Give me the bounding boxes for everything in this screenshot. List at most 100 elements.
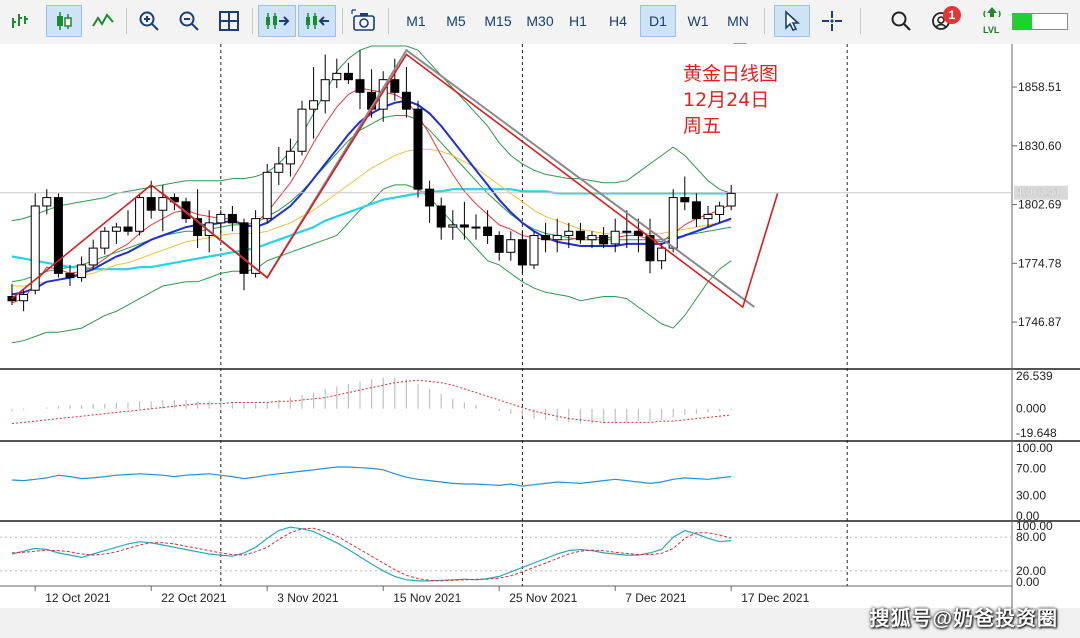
toolbar-separator: [126, 8, 127, 34]
candle-body: [343, 72, 353, 81]
pane-background: [0, 442, 1012, 520]
rsi-axis-label: 70.00: [1016, 461, 1046, 475]
candle-body: [459, 224, 469, 228]
candle-body: [88, 247, 98, 266]
timeframe-m30[interactable]: M30: [520, 5, 560, 37]
timeframe-m1[interactable]: M1: [398, 5, 434, 37]
candle-body: [529, 234, 539, 266]
price-axis-label: 1858.51: [1018, 80, 1062, 94]
candle-body: [680, 197, 690, 203]
time-axis-label: 15 Nov 2021: [393, 591, 461, 605]
annotation-text: 12月24日: [683, 89, 769, 111]
candle-body: [262, 171, 272, 220]
candle-body: [19, 293, 29, 302]
candle-body: [65, 272, 75, 279]
zoom-out-icon[interactable]: [174, 5, 204, 37]
toolbar: M1 M5 M15 M30 H1 H4 D1 W1 MN 1 LVL: [0, 0, 1080, 50]
zoom-in-icon[interactable]: [134, 5, 164, 37]
price-axis-label: 1746.87: [1018, 315, 1062, 329]
pane-background: [0, 370, 1012, 440]
macd-axis-label: 0.000: [1016, 402, 1046, 416]
cursor-icon[interactable]: [774, 5, 810, 37]
candle-body: [42, 197, 52, 207]
line-wave-icon[interactable]: [88, 5, 118, 37]
time-axis-label: 7 Dec 2021: [625, 591, 687, 605]
time-axis-label: 3 Nov 2021: [277, 591, 339, 605]
timeframe-d1[interactable]: D1: [640, 5, 676, 37]
timeframe-w1[interactable]: W1: [680, 5, 716, 37]
pane-separator: [0, 520, 1080, 522]
candle-body: [726, 192, 736, 207]
candle-body: [158, 197, 168, 211]
pane-separator: [0, 440, 1080, 442]
screenshot-icon[interactable]: [348, 5, 380, 37]
candle-body: [483, 226, 493, 236]
candle-body: [135, 197, 145, 232]
timeframe-m15[interactable]: M15: [478, 5, 518, 37]
timeframe-mn[interactable]: MN: [720, 5, 756, 37]
pane-separator: [0, 368, 1080, 370]
chart-shift-icon[interactable]: [298, 5, 336, 37]
crosshair-icon[interactable]: [816, 5, 848, 37]
annotation-text: 周五: [683, 115, 721, 137]
candle-body: [146, 197, 156, 211]
candle-body: [216, 213, 226, 224]
candle-body: [691, 201, 701, 220]
candle-body: [436, 205, 446, 228]
candle-body: [552, 234, 562, 241]
candle-body: [715, 205, 725, 215]
search-icon[interactable]: [886, 5, 916, 37]
candle-body: [622, 230, 632, 233]
time-axis-label: 25 Nov 2021: [509, 591, 577, 605]
candle-body: [100, 230, 110, 249]
candle-body: [123, 226, 133, 232]
grid-icon[interactable]: [214, 5, 244, 37]
line-chart-icon[interactable]: [6, 5, 36, 37]
toolbar-separator: [764, 8, 765, 34]
candle-body: [633, 230, 643, 236]
candle-body: [425, 188, 435, 207]
candle-body: [401, 91, 411, 110]
notification-badge: 1: [943, 6, 961, 24]
signal-icon[interactable]: [978, 3, 1006, 25]
candle-body: [541, 234, 551, 241]
signal-level-bar: [1012, 13, 1068, 30]
candle-body: [390, 79, 400, 93]
candle-body: [227, 213, 237, 224]
candle-body: [448, 224, 458, 228]
candle-body: [77, 264, 87, 279]
candle-body: [297, 108, 307, 152]
signal-level-fill: [1013, 14, 1032, 29]
candle-body: [239, 222, 249, 274]
candle-body: [657, 247, 667, 262]
toolbar-separator: [388, 8, 389, 34]
timeframe-h1[interactable]: H1: [560, 5, 596, 37]
toolbar-separator: [252, 8, 253, 34]
candle-body: [355, 79, 365, 93]
lvl-label: LVL: [983, 25, 1000, 35]
candlestick-icon[interactable]: [46, 5, 82, 37]
candle-body: [285, 150, 295, 165]
candle-body: [587, 234, 597, 241]
chart-area[interactable]: 1858.511830.601802.691774.781746.871808.…: [0, 44, 1080, 608]
watermark: 搜狐号@奶爸投资圈: [869, 608, 1058, 630]
rsi-axis-label: 100.00: [1016, 441, 1053, 455]
candle-body: [413, 108, 423, 190]
candle-body: [517, 239, 527, 266]
stochastic-axis-label: 0.00: [1016, 575, 1040, 589]
annotation-text: 黄金日线图: [683, 63, 778, 85]
candle-body: [668, 197, 678, 249]
timeframe-m5[interactable]: M5: [438, 5, 474, 37]
timeframe-h4[interactable]: H4: [600, 5, 636, 37]
time-axis-label: 17 Dec 2021: [741, 591, 809, 605]
macd-axis-label: -19.648: [1016, 426, 1057, 440]
toolbar-separator: [860, 8, 861, 34]
candle-body: [471, 226, 481, 229]
candle-body: [332, 72, 342, 81]
autoscroll-icon[interactable]: [258, 5, 296, 37]
time-axis-label: 12 Oct 2021: [45, 591, 111, 605]
candle-body: [309, 100, 319, 110]
price-axis-label: 1830.60: [1018, 139, 1062, 153]
time-axis-label: 22 Oct 2021: [161, 591, 227, 605]
macd-axis-label: 26.539: [1016, 369, 1053, 383]
